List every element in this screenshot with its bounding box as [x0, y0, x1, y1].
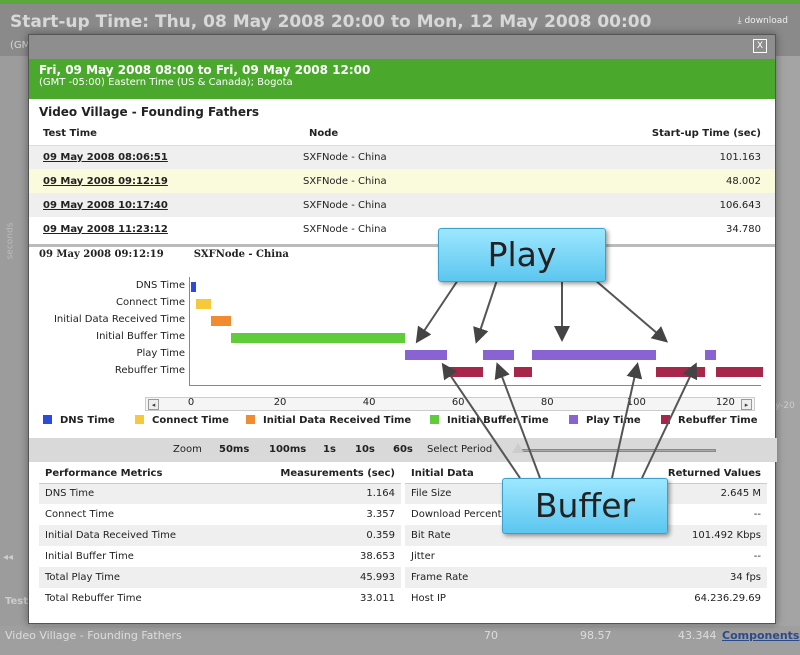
- callout-buffer: Buffer: [502, 478, 668, 534]
- callout-play: Play: [438, 228, 606, 282]
- arrow-buffer-4: [641, 362, 698, 479]
- arrow-play-4: [594, 279, 669, 343]
- arrow-buffer-1: [441, 362, 521, 479]
- arrow-play-2: [473, 279, 498, 344]
- arrow-play-1: [415, 279, 459, 344]
- arrow-buffer-2: [494, 362, 541, 479]
- annotation-arrows: [415, 279, 698, 479]
- arrow-buffer-3: [611, 362, 643, 479]
